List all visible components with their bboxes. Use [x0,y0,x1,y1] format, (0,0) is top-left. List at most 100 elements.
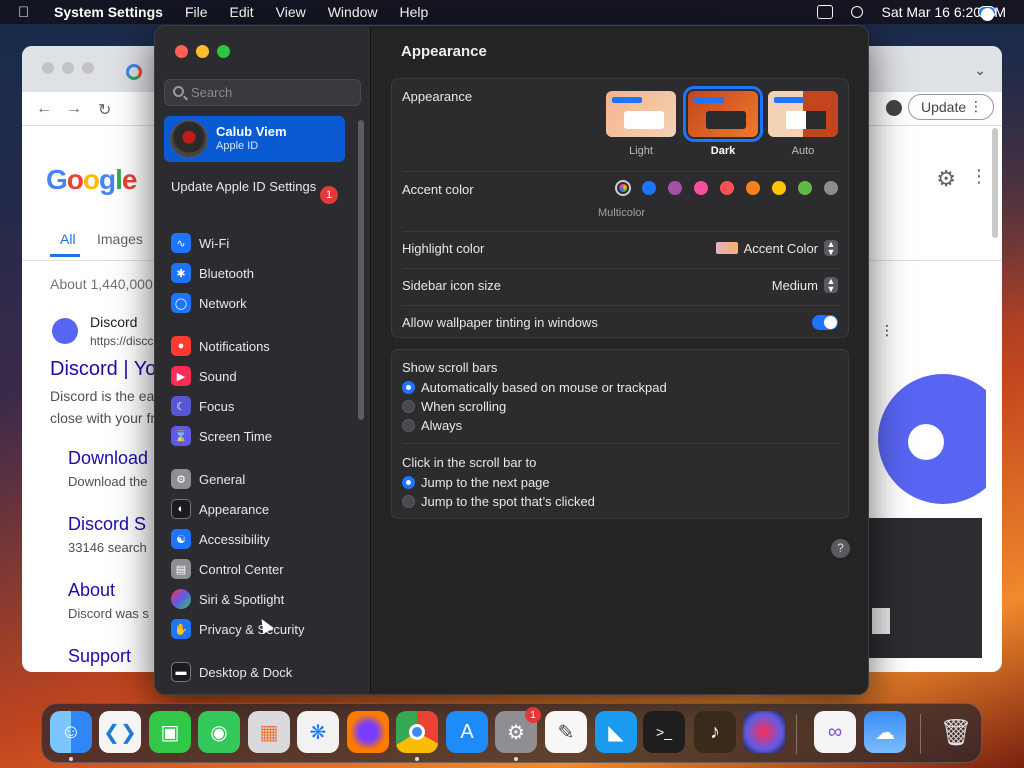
sidebar-item-focus[interactable]: ☾ Focus [171,395,234,417]
sidebar-item-siri-spotlight[interactable]: Siri & Spotlight [171,588,284,610]
accent-color-swatch[interactable] [772,181,786,195]
scroll-auto-label[interactable]: Automatically based on mouse or trackpad [421,380,667,395]
sidebar-item-desktop-dock[interactable]: ▬ Desktop & Dock [171,661,292,683]
sidebar-item-wifi[interactable]: ∿ Wi-Fi [171,232,229,254]
back-icon[interactable]: ← [36,100,52,118]
google-settings-gear-icon[interactable]: ⚙ [936,166,956,192]
google-tab-favicon-icon[interactable] [126,64,142,80]
apple-menu-icon[interactable]:  [18,4,40,21]
menu-window[interactable]: Window [328,4,378,20]
app-store-icon[interactable]: A [446,711,488,753]
sidebar-item-sound[interactable]: ▶ Sound [171,365,237,387]
forward-icon[interactable]: → [66,100,82,118]
garageband-icon[interactable]: ♪ [694,711,736,753]
chrome-scrollbar[interactable] [992,128,998,238]
accent-color-swatch[interactable] [615,180,631,196]
firefox-icon[interactable] [347,711,389,753]
accent-color-swatch[interactable] [824,181,838,195]
scroll-when-scrolling-radio[interactable] [402,400,415,413]
accent-color-swatch[interactable] [746,181,760,195]
spotlight-search-icon[interactable] [851,6,864,18]
google-tab-images[interactable]: Images [97,231,143,247]
appearance-option-light[interactable] [606,91,676,137]
sidebar-item-general[interactable]: ⚙ General [171,468,245,490]
sidebar-icon-size-select[interactable]: Medium ▲ ▼ [772,277,838,294]
jump-next-page-label[interactable]: Jump to the next page [421,475,550,490]
update-apple-id-settings-item[interactable]: Update Apple ID Settings [171,179,341,195]
finder-icon[interactable]: ☺ [50,711,92,753]
jump-spot-clicked-label[interactable]: Jump to the spot that’s clicked [421,494,595,509]
facetime-icon[interactable]: ▣ [149,711,191,753]
messages-icon[interactable]: ◉ [198,711,240,753]
weather-icon[interactable]: ☁ [864,711,906,753]
terminal-icon[interactable]: >_ [643,711,685,753]
close-window-icon[interactable] [175,45,188,58]
zoom-window-icon[interactable] [217,45,230,58]
keynote-icon[interactable]: ◣ [595,711,637,753]
sidebar-item-privacy-security[interactable]: ✋ Privacy & Security [171,618,304,640]
sidebar-item-accessibility[interactable]: ☯ Accessibility [171,528,270,550]
appearance-option-dark[interactable] [683,86,763,142]
minimize-window-icon[interactable] [196,45,209,58]
accent-color-swatch[interactable] [668,181,682,195]
google-tab-all[interactable]: All [60,231,76,247]
sublink-discord-s[interactable]: Discord S [68,514,146,535]
launchpad-icon[interactable]: ▦ [248,711,290,753]
tab-list-chevron-icon[interactable]: ⌄ [974,62,986,79]
help-button[interactable]: ? [831,539,850,558]
scroll-when-scrolling-label[interactable]: When scrolling [421,399,506,414]
sublink-about[interactable]: About [68,580,115,601]
textedit-icon[interactable]: ✎ [545,711,587,753]
sidebar-item-notifications[interactable]: ● Notifications [171,335,270,357]
menu-file[interactable]: File [185,4,208,20]
sidebar-item-screen-time[interactable]: ⌛ Screen Time [171,425,272,447]
trash-icon[interactable]: 🗑 [935,711,977,753]
accent-color-swatch[interactable] [798,181,812,195]
google-logo[interactable]: Google [46,164,137,196]
menu-edit[interactable]: Edit [230,4,254,20]
result-url[interactable]: https://discc [90,334,153,348]
menu-app-name[interactable]: System Settings [54,4,163,20]
jump-next-page-radio[interactable] [402,476,415,489]
vscode-icon[interactable]: ❮❯ [99,711,141,753]
chrome-update-button[interactable]: Update ⋮ [908,94,994,120]
wallpaper-tinting-toggle[interactable] [812,315,838,330]
scroll-always-radio[interactable] [402,419,415,432]
sidebar-item-bluetooth[interactable]: ✱ Bluetooth [171,262,254,284]
chrome-menu-icon[interactable]: ⋮ [969,98,983,115]
visual-studio-icon[interactable]: ∞ [814,711,856,753]
sublink-support[interactable]: Support [68,646,131,667]
apple-id-account-item[interactable]: Calub Viem Apple ID [164,116,345,162]
sidebar-item-label: General [199,471,246,487]
scroll-auto-radio[interactable] [402,381,415,394]
control-center-icon[interactable] [978,6,996,21]
siri-icon[interactable] [743,711,785,753]
profile-icon[interactable] [886,100,902,116]
appearance-option-auto[interactable] [768,91,838,137]
jump-spot-clicked-radio[interactable] [402,495,415,508]
result-title-link[interactable]: Discord | Yo [50,358,156,381]
scroll-always-label[interactable]: Always [421,418,462,433]
safari-icon[interactable]: ❋ [297,711,339,753]
menu-help[interactable]: Help [400,4,429,20]
sidebar-search-input[interactable]: Search [164,79,361,106]
menu-view[interactable]: View [276,4,306,20]
google-apps-kebab-icon[interactable]: ⋮ [970,166,988,187]
accent-color-swatch[interactable] [642,181,656,195]
accent-color-swatch[interactable] [720,181,734,195]
sidebar-scrollbar[interactable] [358,120,364,420]
screen-mirroring-icon[interactable] [817,5,834,19]
sidebar-item-control-center[interactable]: ▤ Control Center [171,558,284,580]
sidebar-item-appearance[interactable]: ◐ Appearance [171,498,269,520]
sidebar-item-label: Wi-Fi [199,235,230,251]
discord-screenshot-image-result[interactable] [868,518,982,658]
image-result-kebab-icon[interactable]: ⋮ [880,322,894,339]
chrome-icon[interactable] [396,711,438,753]
highlight-color-select[interactable]: Accent Color ▲ ▼ [715,240,838,257]
accent-color-swatch[interactable] [694,181,708,195]
discord-image-result[interactable] [868,364,986,514]
result-site-name[interactable]: Discord [90,314,137,330]
reload-icon[interactable]: ↻ [98,100,111,120]
sublink-download[interactable]: Download [68,448,148,469]
sidebar-item-network[interactable]: ◯ Network [171,292,247,314]
